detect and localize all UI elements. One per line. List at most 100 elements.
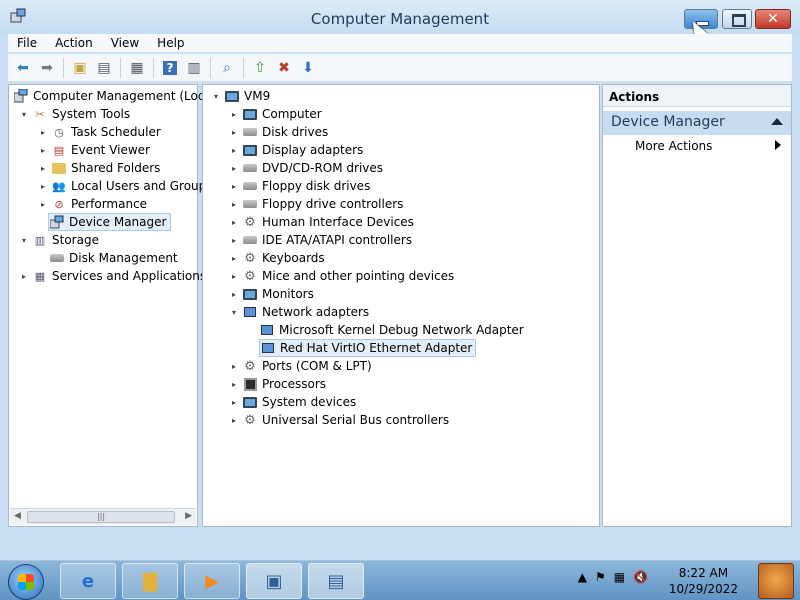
tree-item-services-applications[interactable]: ▸ ▦ Services and Applications	[19, 267, 206, 285]
scan-hardware-button[interactable]: ⌕	[216, 57, 238, 79]
update-driver-button[interactable]: ⇧	[249, 57, 271, 79]
expand-arrow-icon[interactable]: ▸	[38, 164, 48, 173]
system-clock[interactable]: 8:22 AM 10/29/2022	[669, 565, 738, 597]
maximize-button[interactable]	[722, 9, 752, 29]
expand-arrow-icon[interactable]: ▸	[229, 416, 239, 425]
tree-item-disk-management[interactable]: Disk Management	[49, 249, 178, 267]
device-category[interactable]: ▸ Floppy drive controllers	[229, 195, 403, 213]
internet-explorer-icon: e	[81, 570, 95, 592]
expand-arrow-icon[interactable]: ▸	[229, 110, 239, 119]
tree-item-event-viewer[interactable]: ▸ ▤ Event Viewer	[38, 141, 150, 159]
device-category[interactable]: ▸ Display adapters	[229, 141, 363, 159]
tree-item-computer-management[interactable]: Computer Management (Local	[13, 87, 215, 105]
expand-arrow-icon[interactable]: ▸	[229, 362, 239, 371]
menu-help[interactable]: Help	[148, 36, 193, 50]
volume-muted-icon[interactable]: 🔇	[633, 570, 648, 584]
expand-arrow-icon[interactable]: ▸	[38, 146, 48, 155]
shared-folder-icon	[51, 160, 67, 176]
expand-arrow-icon[interactable]: ▸	[229, 128, 239, 137]
collapse-caret-icon[interactable]	[771, 118, 783, 125]
expand-arrow-icon[interactable]: ▸	[229, 164, 239, 173]
device-item[interactable]: Red Hat VirtIO Ethernet Adapter	[259, 339, 477, 357]
mouse-icon: ⚙	[244, 268, 256, 284]
expand-arrow-icon[interactable]: ▸	[229, 272, 239, 281]
device-category[interactable]: ▸ DVD/CD-ROM drives	[229, 159, 383, 177]
disable-device-button[interactable]: ⬇	[297, 57, 319, 79]
device-category[interactable]: ▸ Disk drives	[229, 123, 328, 141]
menu-file[interactable]: File	[8, 36, 46, 50]
help-button[interactable]: ?	[159, 57, 181, 79]
device-category[interactable]: ▸ System devices	[229, 393, 356, 411]
tree-item-performance[interactable]: ▸ ⊘ Performance	[38, 195, 147, 213]
device-tree-pane[interactable]: ▾ VM9 ▸ Computer ▸ Disk drives ▸ Display adap…	[202, 84, 600, 527]
expand-arrow-icon[interactable]: ▸	[229, 200, 239, 209]
tree-item-device-manager[interactable]: Device Manager	[48, 213, 172, 231]
toolbar-separator	[153, 57, 154, 78]
scroll-left-icon[interactable]: ◀	[14, 511, 21, 521]
forward-button[interactable]: ➡	[36, 57, 58, 79]
tree-item-storage[interactable]: ▾ ▥ Storage	[19, 231, 99, 249]
device-category[interactable]: ▾ Network adapters	[229, 303, 369, 321]
device-category[interactable]: ▸ ⚙ Keyboards	[229, 249, 325, 267]
taskbar-computer-management[interactable]: ▤	[308, 563, 364, 599]
menu-view[interactable]: View	[102, 36, 148, 50]
scrollbar-thumb[interactable]: |||	[27, 511, 175, 523]
menu-action[interactable]: Action	[46, 36, 102, 50]
collapse-arrow-icon[interactable]: ▾	[19, 110, 29, 119]
device-category[interactable]: ▸ ⚙ Mice and other pointing devices	[229, 267, 454, 285]
expand-arrow-icon[interactable]: ▸	[229, 398, 239, 407]
tree-item-shared-folders[interactable]: ▸ Shared Folders	[38, 159, 160, 177]
device-category[interactable]: ▸ ⚙ Human Interface Devices	[229, 213, 414, 231]
expand-arrow-icon[interactable]: ▸	[229, 236, 239, 245]
device-root[interactable]: ▾ VM9	[211, 87, 270, 105]
actions-section-device-manager[interactable]: Device Manager	[603, 111, 791, 135]
up-one-level-button[interactable]: ▣	[69, 57, 91, 79]
expand-arrow-icon[interactable]: ▸	[38, 128, 48, 137]
taskbar-device-manager[interactable]: ▣	[246, 563, 302, 599]
taskbar-media-player[interactable]: ▶	[184, 563, 240, 599]
device-category[interactable]: ▸ ⚙ Ports (COM & LPT)	[229, 357, 372, 375]
tree-item-local-users-groups[interactable]: ▸ 👥 Local Users and Groups	[38, 177, 213, 195]
device-label: Network adapters	[262, 305, 370, 319]
tree-item-task-scheduler[interactable]: ▸ ◷ Task Scheduler	[38, 123, 161, 141]
expand-arrow-icon[interactable]: ▸	[38, 182, 48, 191]
collapse-arrow-icon[interactable]: ▾	[211, 92, 221, 101]
action-center-flag-icon[interactable]: ⚑	[595, 570, 606, 584]
expand-arrow-icon[interactable]: ▸	[229, 182, 239, 191]
more-actions-item[interactable]: More Actions	[603, 135, 791, 153]
expand-arrow-icon[interactable]: ▸	[229, 290, 239, 299]
scroll-right-icon[interactable]: ▶	[185, 511, 192, 521]
device-category[interactable]: ▸ Processors	[229, 375, 326, 393]
device-category[interactable]: ▸ IDE ATA/ATAPI controllers	[229, 231, 412, 249]
expand-arrow-icon[interactable]: ▸	[229, 380, 239, 389]
title-bar[interactable]: Computer Management ✕	[0, 0, 800, 41]
taskbar-internet-explorer[interactable]: e	[60, 563, 116, 599]
start-button[interactable]	[8, 564, 44, 600]
close-button[interactable]: ✕	[755, 9, 791, 29]
expand-arrow-icon[interactable]: ▸	[229, 146, 239, 155]
uninstall-device-button[interactable]: ✖	[273, 57, 295, 79]
properties-button[interactable]: ▦	[126, 57, 148, 79]
device-category[interactable]: ▸ Floppy disk drives	[229, 177, 370, 195]
device-item[interactable]: Microsoft Kernel Debug Network Adapter	[259, 321, 524, 339]
show-action-pane-button[interactable]: ▥	[183, 57, 205, 79]
back-button[interactable]: ⬅	[12, 57, 34, 79]
network-icon[interactable]: ▦	[614, 570, 625, 584]
expand-arrow-icon[interactable]: ▸	[19, 272, 29, 281]
console-tree-pane[interactable]: Computer Management (Local ▾ ✂ System To…	[8, 84, 215, 527]
device-category[interactable]: ▸ Computer	[229, 105, 322, 123]
expand-arrow-icon[interactable]: ▸	[38, 200, 48, 209]
tree-item-label: Computer Management (Local	[33, 89, 216, 103]
taskbar-file-explorer[interactable]: ▇	[122, 563, 178, 599]
show-hide-tree-button[interactable]: ▤	[93, 57, 115, 79]
device-category[interactable]: ▸ ⚙ Universal Serial Bus controllers	[229, 411, 449, 429]
horizontal-scrollbar[interactable]: ◀ ||| ▶	[10, 508, 196, 525]
expand-arrow-icon[interactable]: ▸	[229, 218, 239, 227]
collapse-arrow-icon[interactable]: ▾	[229, 308, 239, 317]
toolbar-separator	[63, 57, 64, 78]
collapse-arrow-icon[interactable]: ▾	[19, 236, 29, 245]
expand-arrow-icon[interactable]: ▸	[229, 254, 239, 263]
device-category[interactable]: ▸ Monitors	[229, 285, 314, 303]
tree-item-system-tools[interactable]: ▾ ✂ System Tools	[19, 105, 130, 123]
show-hidden-icons-icon[interactable]: ▲	[578, 570, 587, 584]
